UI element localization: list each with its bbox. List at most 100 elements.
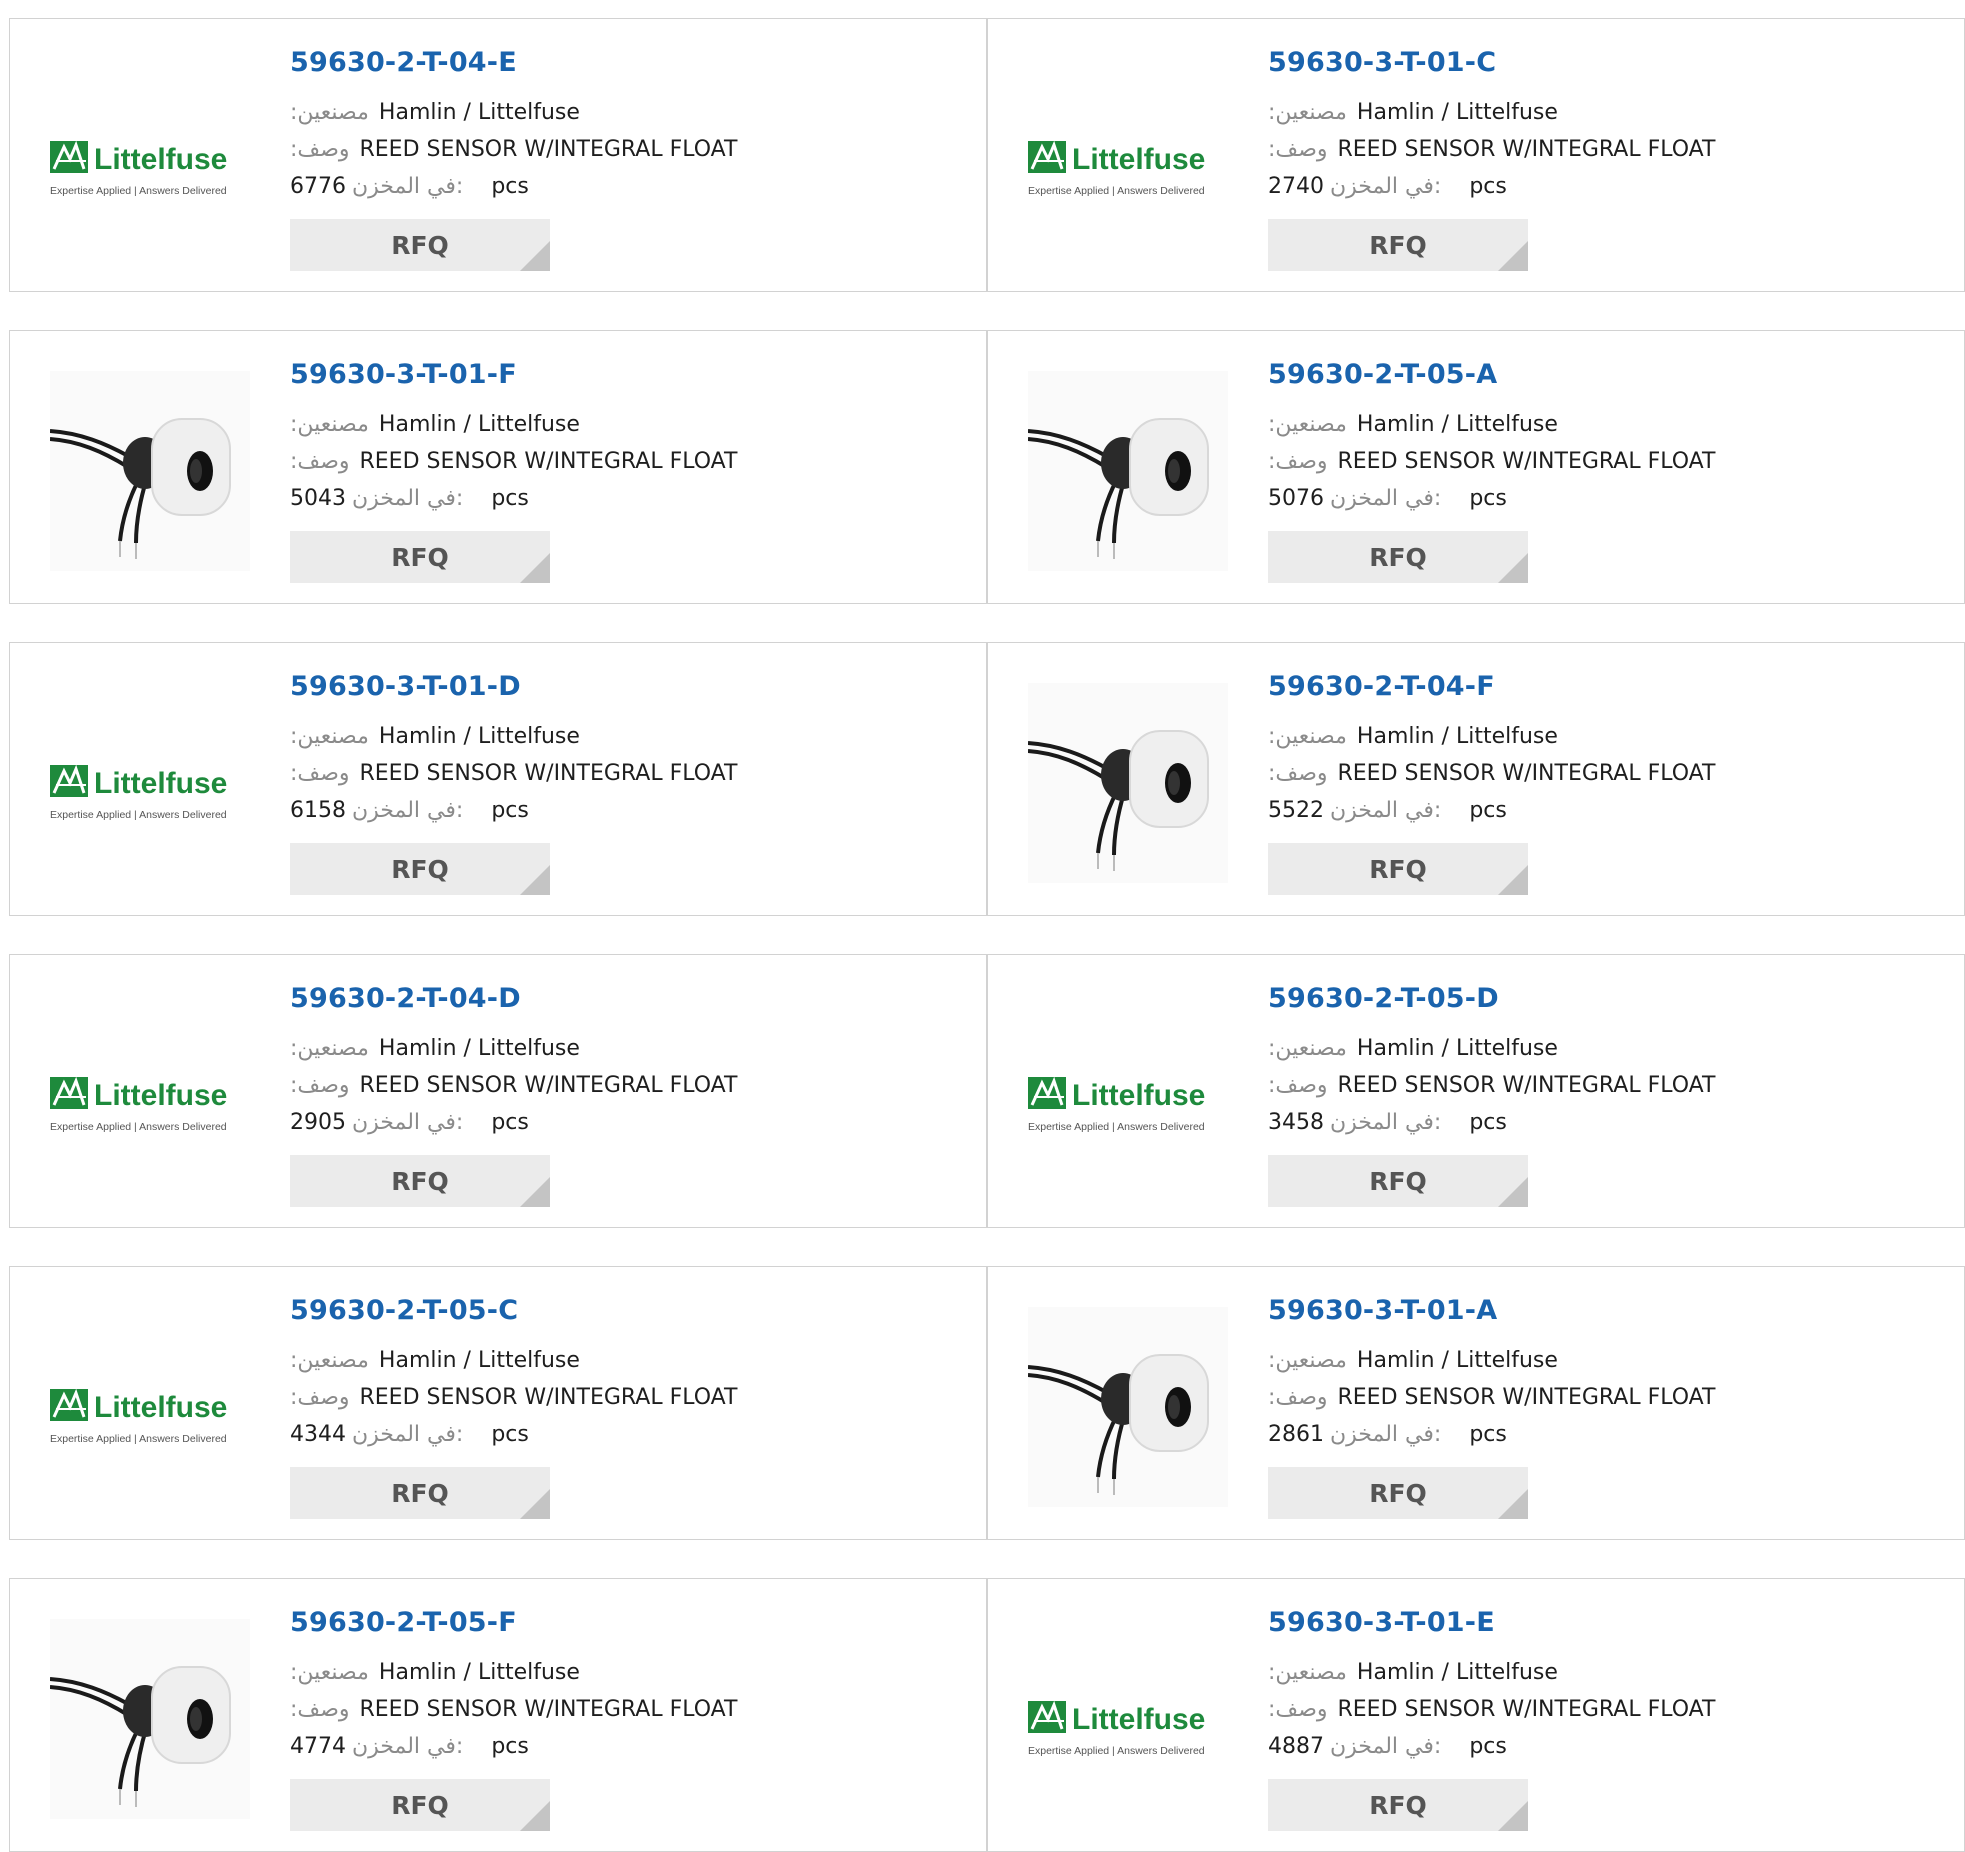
- rfq-button[interactable]: RFQ: [290, 531, 550, 583]
- logo-brand-text: Littelfuse: [1072, 1079, 1205, 1112]
- corner-triangle-icon: [1498, 1489, 1528, 1519]
- part-number-link[interactable]: 59630-3-T-01-D: [290, 671, 521, 702]
- product-image[interactable]: Littelfuse Expertise Applied | Answers De…: [50, 1307, 250, 1507]
- rfq-button[interactable]: RFQ: [1268, 1779, 1528, 1831]
- stock-value: 3458: [1268, 1110, 1324, 1135]
- product-card-59630-2-t-05-a: 59630-2-T-05-A :مصنعين Hamlin / Littelfus…: [987, 330, 1965, 604]
- product-image[interactable]: [1028, 683, 1228, 883]
- logo-brand-text: Littelfuse: [1072, 1703, 1205, 1736]
- manufacturer-row: :مصنعين Hamlin / Littelfuse: [290, 100, 580, 125]
- part-number-link[interactable]: 59630-2-T-05-F: [290, 1607, 517, 1638]
- logo-tagline-text: Expertise Applied | Answers Delivered: [50, 1121, 227, 1133]
- manufacturer-row: :مصنعين Hamlin / Littelfuse: [1268, 724, 1558, 749]
- littelfuse-logo-icon: Littelfuse Expertise Applied | Answers De…: [1028, 995, 1228, 1195]
- rfq-button[interactable]: RFQ: [1268, 843, 1528, 895]
- product-image[interactable]: Littelfuse Expertise Applied | Answers De…: [50, 995, 250, 1195]
- product-image[interactable]: [50, 1619, 250, 1819]
- rfq-button[interactable]: RFQ: [290, 1467, 550, 1519]
- manufacturer-label: :مصنعين: [1268, 412, 1347, 437]
- stock-value: 2740: [1268, 174, 1324, 199]
- logo-brand-text: Littelfuse: [94, 1079, 227, 1112]
- rfq-button[interactable]: RFQ: [1268, 219, 1528, 271]
- float-sensor-image-icon: [1028, 371, 1228, 571]
- product-image[interactable]: Littelfuse Expertise Applied | Answers De…: [50, 59, 250, 259]
- description-label: :وصف: [1268, 1697, 1328, 1722]
- part-number-link[interactable]: 59630-2-T-05-D: [1268, 983, 1499, 1014]
- littelfuse-logo-icon: Littelfuse Expertise Applied | Answers De…: [50, 1307, 250, 1507]
- logo-brand-text: Littelfuse: [1072, 143, 1205, 176]
- rfq-button[interactable]: RFQ: [290, 1779, 550, 1831]
- corner-triangle-icon: [520, 1177, 550, 1207]
- float-sensor-image-icon: [1028, 1307, 1228, 1507]
- manufacturer-value: Hamlin / Littelfuse: [1356, 1660, 1558, 1685]
- description-row: :وصف REED SENSOR W/INTEGRAL FLOAT: [290, 1385, 737, 1410]
- product-card-59630-2-t-04-e: Littelfuse Expertise Applied | Answers De…: [9, 18, 987, 292]
- product-image[interactable]: Littelfuse Expertise Applied | Answers De…: [1028, 995, 1228, 1195]
- description-row: :وصف REED SENSOR W/INTEGRAL FLOAT: [290, 1073, 737, 1098]
- stock-row: 2740 في المخزن: pcs: [1268, 174, 1507, 199]
- stock-label: في المخزن:: [1330, 798, 1442, 823]
- manufacturer-value: Hamlin / Littelfuse: [1356, 724, 1558, 749]
- description-row: :وصف REED SENSOR W/INTEGRAL FLOAT: [1268, 1697, 1715, 1722]
- description-row: :وصف REED SENSOR W/INTEGRAL FLOAT: [1268, 137, 1715, 162]
- description-label: :وصف: [290, 1697, 350, 1722]
- product-image[interactable]: Littelfuse Expertise Applied | Answers De…: [50, 683, 250, 883]
- stock-unit: pcs: [491, 1110, 529, 1135]
- manufacturer-row: :مصنعين Hamlin / Littelfuse: [1268, 1348, 1558, 1373]
- manufacturer-row: :مصنعين Hamlin / Littelfuse: [290, 724, 580, 749]
- rfq-button[interactable]: RFQ: [290, 1155, 550, 1207]
- part-number-link[interactable]: 59630-3-T-01-E: [1268, 1607, 1495, 1638]
- littelfuse-logo-icon: Littelfuse Expertise Applied | Answers De…: [1028, 59, 1228, 259]
- rfq-button[interactable]: RFQ: [1268, 1155, 1528, 1207]
- part-number-link[interactable]: 59630-2-T-04-E: [290, 47, 517, 78]
- description-label: :وصف: [290, 1073, 350, 1098]
- stock-row: 3458 في المخزن: pcs: [1268, 1110, 1507, 1135]
- part-number-link[interactable]: 59630-2-T-05-C: [290, 1295, 518, 1326]
- description-label: :وصف: [290, 761, 350, 786]
- part-number-link[interactable]: 59630-3-T-01-C: [1268, 47, 1496, 78]
- float-sensor-image-icon: [50, 1619, 250, 1819]
- product-card-59630-3-t-01-e: Littelfuse Expertise Applied | Answers De…: [987, 1578, 1965, 1852]
- description-row: :وصف REED SENSOR W/INTEGRAL FLOAT: [290, 449, 737, 474]
- rfq-label: RFQ: [391, 1166, 449, 1196]
- part-number-link[interactable]: 59630-3-T-01-F: [290, 359, 517, 390]
- product-image[interactable]: Littelfuse Expertise Applied | Answers De…: [1028, 1619, 1228, 1819]
- manufacturer-value: Hamlin / Littelfuse: [378, 1036, 580, 1061]
- corner-triangle-icon: [1498, 241, 1528, 271]
- stock-row: 5043 في المخزن: pcs: [290, 486, 529, 511]
- rfq-button[interactable]: RFQ: [1268, 1467, 1528, 1519]
- product-image[interactable]: [1028, 1307, 1228, 1507]
- rfq-button[interactable]: RFQ: [290, 843, 550, 895]
- logo-tagline-text: Expertise Applied | Answers Delivered: [50, 809, 227, 821]
- stock-row: 5076 في المخزن: pcs: [1268, 486, 1507, 511]
- stock-row: 4774 في المخزن: pcs: [290, 1734, 529, 1759]
- rfq-label: RFQ: [391, 854, 449, 884]
- product-card-59630-3-t-01-f: 59630-3-T-01-F :مصنعين Hamlin / Littelfus…: [9, 330, 987, 604]
- stock-value: 2861: [1268, 1422, 1324, 1447]
- description-value: REED SENSOR W/INTEGRAL FLOAT: [1337, 761, 1716, 786]
- stock-unit: pcs: [1469, 1734, 1507, 1759]
- manufacturer-value: Hamlin / Littelfuse: [1356, 412, 1558, 437]
- corner-triangle-icon: [520, 1801, 550, 1831]
- manufacturer-value: Hamlin / Littelfuse: [378, 1348, 580, 1373]
- corner-triangle-icon: [520, 865, 550, 895]
- description-value: REED SENSOR W/INTEGRAL FLOAT: [359, 1073, 738, 1098]
- part-number-link[interactable]: 59630-2-T-05-A: [1268, 359, 1497, 390]
- part-number-link[interactable]: 59630-2-T-04-D: [290, 983, 521, 1014]
- corner-triangle-icon: [1498, 553, 1528, 583]
- description-label: :وصف: [1268, 1385, 1328, 1410]
- stock-label: في المخزن:: [352, 174, 464, 199]
- product-image[interactable]: [50, 371, 250, 571]
- rfq-button[interactable]: RFQ: [1268, 531, 1528, 583]
- product-image[interactable]: Littelfuse Expertise Applied | Answers De…: [1028, 59, 1228, 259]
- product-image[interactable]: [1028, 371, 1228, 571]
- stock-unit: pcs: [491, 1734, 529, 1759]
- rfq-button[interactable]: RFQ: [290, 219, 550, 271]
- part-number-link[interactable]: 59630-3-T-01-A: [1268, 1295, 1497, 1326]
- manufacturer-label: :مصنعين: [290, 412, 369, 437]
- stock-row: 4887 في المخزن: pcs: [1268, 1734, 1507, 1759]
- part-number-link[interactable]: 59630-2-T-04-F: [1268, 671, 1495, 702]
- stock-value: 5043: [290, 486, 346, 511]
- description-label: :وصف: [1268, 449, 1328, 474]
- logo-tagline-text: Expertise Applied | Answers Delivered: [50, 1433, 227, 1445]
